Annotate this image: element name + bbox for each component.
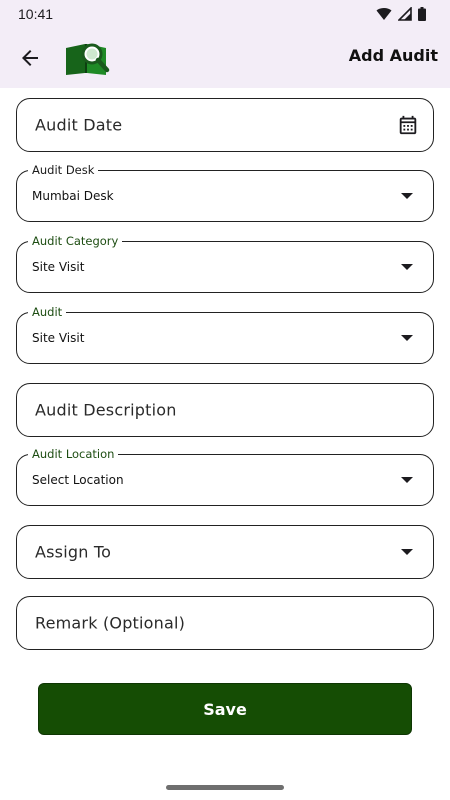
home-indicator[interactable] bbox=[166, 785, 284, 790]
audit-desk-value: Mumbai Desk bbox=[32, 189, 114, 203]
dropdown-arrow-icon bbox=[401, 264, 413, 270]
status-icons bbox=[376, 7, 426, 21]
remark-input[interactable]: Remark (Optional) bbox=[16, 596, 434, 650]
audit-description-input[interactable]: Audit Description bbox=[16, 383, 434, 437]
status-bar: 10:41 bbox=[0, 0, 450, 28]
save-button-label: Save bbox=[203, 699, 247, 719]
wifi-icon bbox=[376, 8, 392, 20]
dropdown-arrow-icon bbox=[401, 549, 413, 555]
audit-location-value: Select Location bbox=[32, 473, 124, 487]
audit-date-field[interactable]: Audit Date bbox=[16, 98, 434, 152]
remark-placeholder: Remark (Optional) bbox=[35, 613, 186, 633]
audit-location-label: Audit Location bbox=[28, 447, 119, 461]
signal-icon bbox=[398, 7, 412, 21]
audit-dropdown[interactable]: Audit Site Visit bbox=[16, 305, 434, 364]
dropdown-arrow-icon bbox=[401, 477, 413, 483]
status-time: 10:41 bbox=[18, 6, 54, 22]
battery-icon bbox=[418, 7, 426, 21]
page-title: Add Audit bbox=[348, 46, 438, 65]
audit-date-placeholder: Audit Date bbox=[35, 115, 123, 135]
audit-label: Audit bbox=[28, 305, 67, 319]
audit-description-placeholder: Audit Description bbox=[35, 400, 177, 420]
assign-to-placeholder: Assign To bbox=[35, 542, 112, 562]
audit-desk-dropdown[interactable]: Audit Desk Mumbai Desk bbox=[16, 163, 434, 222]
calendar-icon[interactable] bbox=[397, 114, 419, 136]
assign-to-dropdown[interactable]: Assign To bbox=[16, 525, 434, 579]
save-button[interactable]: Save bbox=[38, 683, 412, 735]
audit-category-value: Site Visit bbox=[32, 260, 85, 274]
book-search-logo bbox=[66, 43, 110, 75]
audit-desk-label: Audit Desk bbox=[28, 163, 99, 177]
app-bar: Add Audit bbox=[0, 28, 450, 88]
dropdown-arrow-icon bbox=[401, 335, 413, 341]
back-arrow-icon[interactable] bbox=[18, 46, 42, 70]
audit-category-label: Audit Category bbox=[28, 234, 123, 248]
audit-category-dropdown[interactable]: Audit Category Site Visit bbox=[16, 234, 434, 293]
audit-location-dropdown[interactable]: Audit Location Select Location bbox=[16, 447, 434, 506]
dropdown-arrow-icon bbox=[401, 193, 413, 199]
audit-value: Site Visit bbox=[32, 331, 85, 345]
